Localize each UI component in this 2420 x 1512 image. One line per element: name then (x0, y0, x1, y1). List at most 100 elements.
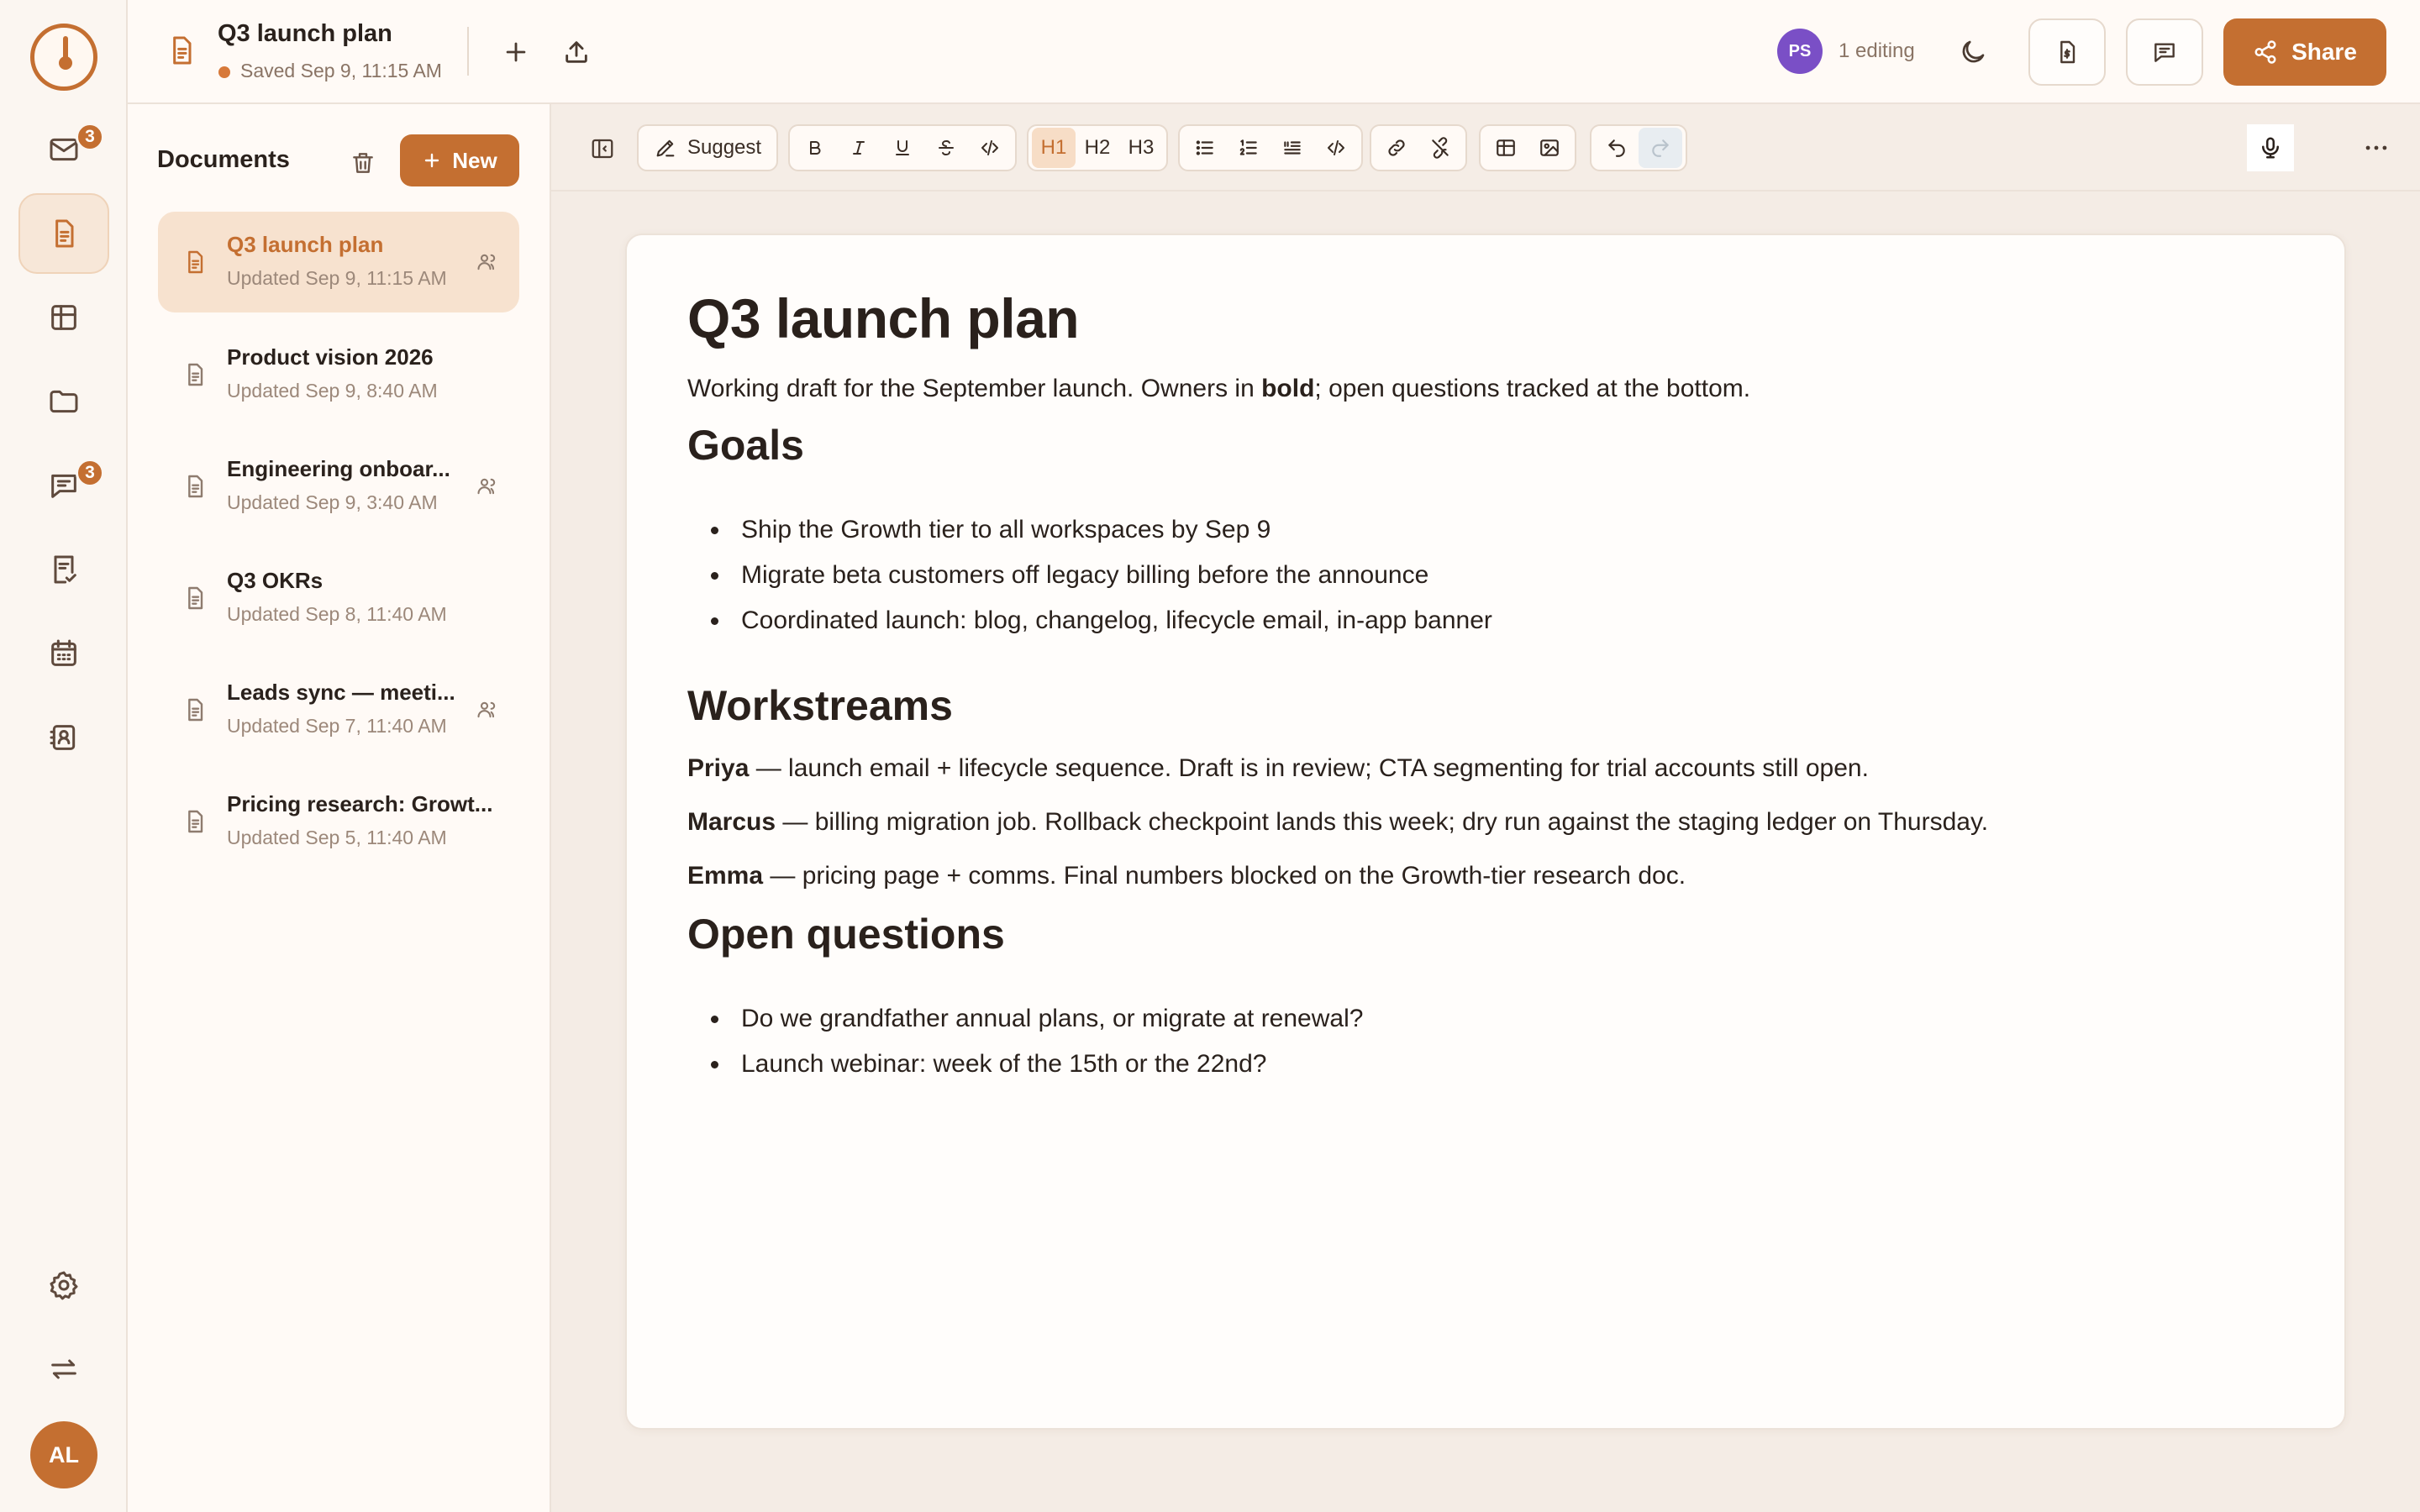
list-item[interactable]: Do we grandfather annual plans, or migra… (687, 996, 2284, 1042)
calendar-icon (51, 639, 76, 666)
editor-page[interactable]: Q3 launch plan Working draft for the Sep… (625, 234, 2346, 1430)
inline-code-button[interactable] (968, 128, 1012, 168)
document-item-updated: Updated Sep 5, 11:40 AM (227, 827, 447, 848)
document-list-item[interactable]: Pricing research: Growt... Updated Sep 5… (158, 771, 519, 872)
shared-users-icon (477, 254, 496, 270)
more-options-button[interactable] (2354, 128, 2398, 168)
collaborator-avatar[interactable]: PS (1777, 29, 1823, 74)
rail-mail-button[interactable]: 3 (18, 109, 109, 190)
strikethrough-icon (939, 139, 954, 156)
document-item-title: Pricing research: Growt... (227, 791, 493, 816)
rail-files-button[interactable] (18, 361, 109, 442)
intro-text-end: ; open questions tracked at the bottom. (1314, 374, 1751, 402)
insert-image-button[interactable] (1528, 128, 1571, 168)
inline-format-group (788, 124, 1017, 171)
owner-name: Marcus (687, 807, 776, 836)
workstream-paragraph[interactable]: Priya — launch email + lifecycle sequenc… (687, 751, 2284, 786)
heading-3-button[interactable]: H3 (1119, 128, 1163, 168)
code-block-button[interactable] (1314, 128, 1358, 168)
redo-icon (1652, 139, 1669, 157)
trash-button[interactable] (341, 141, 385, 185)
rail-contacts-button[interactable] (18, 697, 109, 778)
suggest-button[interactable]: Suggest (642, 128, 773, 168)
document-heading[interactable]: Q3 launch plan (687, 287, 2284, 351)
document-export-button[interactable] (2028, 18, 2106, 86)
document-title[interactable]: Q3 launch plan (218, 20, 392, 48)
list-item[interactable]: Launch webinar: week of the 15th or the … (687, 1042, 2284, 1087)
task-list-icon (54, 555, 76, 584)
history-group (1590, 124, 1687, 171)
rail-calendar-button[interactable] (18, 613, 109, 694)
list-item[interactable]: Ship the Growth tier to all workspaces b… (687, 507, 2284, 553)
document-icon (173, 36, 192, 65)
document-item-title: Q3 launch plan (227, 232, 384, 257)
list-item[interactable]: Migrate beta customers off legacy billin… (687, 553, 2284, 598)
bullet-list-button[interactable] (1183, 128, 1227, 168)
rail-switch-button[interactable] (18, 1329, 109, 1410)
workstream-paragraph[interactable]: Emma — pricing page + comms. Final numbe… (687, 858, 2284, 894)
rail-documents-button[interactable] (18, 193, 109, 274)
undo-button[interactable] (1595, 128, 1639, 168)
open-questions-heading[interactable]: Open questions (687, 909, 2284, 959)
heading-2-button[interactable]: H2 (1076, 128, 1119, 168)
file-dollar-icon (2060, 40, 2075, 64)
goals-list: Ship the Growth tier to all workspaces b… (687, 507, 2284, 643)
export-button[interactable] (555, 30, 598, 74)
document-item-title: Leads sync — meeti... (227, 680, 455, 705)
remove-link-button[interactable] (1418, 128, 1462, 168)
link-icon (1388, 139, 1405, 156)
toggle-sidebar-button[interactable] (581, 128, 623, 170)
underline-button[interactable] (881, 128, 924, 168)
document-item-updated: Updated Sep 9, 11:15 AM (227, 267, 447, 289)
redo-button[interactable] (1639, 128, 1682, 168)
goals-heading[interactable]: Goals (687, 420, 2284, 470)
insert-link-button[interactable] (1375, 128, 1418, 168)
workstream-paragraph[interactable]: Marcus — billing migration job. Rollback… (687, 805, 2284, 840)
document-item-updated: Updated Sep 8, 11:40 AM (227, 603, 447, 625)
document-list-item[interactable]: Product vision 2026 Updated Sep 9, 8:40 … (158, 324, 519, 425)
strikethrough-button[interactable] (924, 128, 968, 168)
owner-name: Priya (687, 753, 750, 782)
documents-panel: Documents New Q3 launch plan Updated Sep… (128, 104, 551, 1512)
heading-group: H1 H2 H3 (1027, 124, 1168, 171)
new-page-button[interactable] (494, 30, 538, 74)
document-item-updated: Updated Sep 9, 3:40 AM (227, 491, 438, 513)
rail-chat-button[interactable]: 3 (18, 445, 109, 526)
document-list-item[interactable]: Engineering onboar... Updated Sep 9, 3:4… (158, 436, 519, 537)
numbered-list-icon (1239, 139, 1257, 155)
app-rail: 3 3 AL (0, 0, 128, 1512)
new-document-button[interactable]: New (400, 134, 519, 186)
numbered-list-button[interactable] (1227, 128, 1270, 168)
saved-status: Saved Sep 9, 11:15 AM (240, 60, 442, 81)
rail-tables-button[interactable] (18, 277, 109, 358)
folder-icon (50, 390, 78, 413)
owner-name: Emma (687, 861, 764, 890)
document-list-item[interactable]: Q3 launch plan Updated Sep 9, 11:15 AM (158, 212, 519, 312)
heading-1-button[interactable]: H1 (1032, 128, 1076, 168)
bullet-list-icon (1196, 140, 1213, 155)
workstream-text: — pricing page + comms. Final numbers bl… (763, 861, 1686, 890)
app-logo-icon[interactable] (30, 24, 97, 91)
chat-badge: 3 (76, 459, 104, 487)
rail-tasks-button[interactable] (18, 529, 109, 610)
list-item[interactable]: Coordinated launch: blog, changelog, lif… (687, 598, 2284, 643)
bold-button[interactable] (793, 128, 837, 168)
theme-toggle-button[interactable] (1951, 30, 1995, 74)
document-icon (188, 698, 203, 722)
document-list-item[interactable]: Q3 OKRs Updated Sep 8, 11:40 AM (158, 548, 519, 648)
document-content[interactable]: Q3 launch plan Working draft for the Sep… (687, 287, 2284, 1087)
workstreams-heading[interactable]: Workstreams (687, 680, 2284, 731)
document-list-item[interactable]: Leads sync — meeti... Updated Sep 7, 11:… (158, 659, 519, 760)
blockquote-button[interactable] (1270, 128, 1314, 168)
more-horizontal-icon (2365, 145, 2387, 150)
document-icon (188, 586, 203, 610)
share-button[interactable]: Share (2223, 18, 2386, 86)
intro-paragraph[interactable]: Working draft for the September launch. … (687, 371, 2284, 407)
workstream-text: — billing migration job. Rollback checkp… (776, 807, 1989, 836)
italic-button[interactable] (837, 128, 881, 168)
insert-table-button[interactable] (1484, 128, 1528, 168)
rail-settings-button[interactable] (18, 1245, 109, 1326)
comments-button[interactable] (2126, 18, 2203, 86)
user-avatar[interactable]: AL (30, 1421, 97, 1488)
voice-input-button[interactable] (2247, 124, 2294, 171)
